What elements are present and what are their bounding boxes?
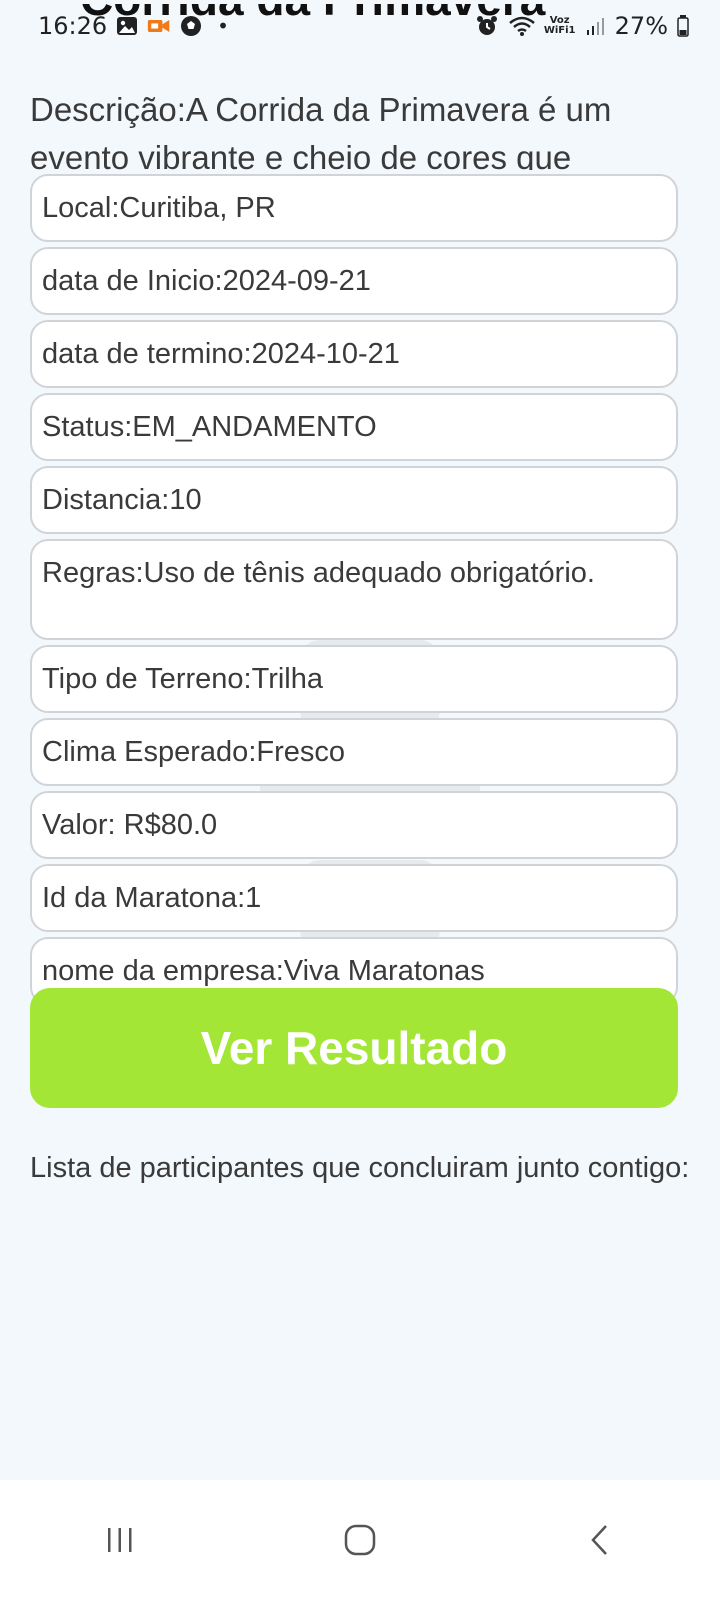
field-climate: Clima Esperado:Fresco — [30, 718, 678, 786]
home-icon[interactable] — [320, 1510, 400, 1570]
field-status: Status:EM_ANDAMENTO — [30, 393, 678, 461]
battery-icon — [676, 15, 690, 37]
view-result-button[interactable]: Ver Resultado — [30, 988, 678, 1108]
alarm-icon — [475, 15, 499, 37]
navigation-bar — [0, 1480, 720, 1600]
field-local: Local:Curitiba, PR — [30, 174, 678, 242]
recent-apps-icon[interactable] — [80, 1510, 160, 1570]
field-terrain: Tipo de Terreno:Trilha — [30, 645, 678, 713]
field-distance: Distancia:10 — [30, 466, 678, 534]
wifi-icon — [507, 15, 537, 37]
event-details-list: Local:Curitiba, PR data de Inicio:2024-0… — [30, 174, 678, 1010]
field-end-date: data de termino:2024-10-21 — [30, 320, 678, 388]
field-rules: Regras:Uso de tênis adequado obrigatório… — [30, 539, 678, 640]
field-start-date: data de Inicio:2024-09-21 — [30, 247, 678, 315]
signal-icon — [583, 15, 607, 37]
status-bar: 16:26 • Voz WiFi1 27% — [0, 0, 720, 52]
video-recorder-icon — [147, 15, 171, 37]
status-time: 16:26 — [38, 12, 108, 40]
participants-heading: Lista de participantes que concluiram ju… — [30, 1152, 690, 1184]
event-description: Descrição:A Corrida da Primavera é um ev… — [30, 91, 612, 170]
voz-wifi-icon: Voz WiFi1 — [543, 15, 576, 36]
notification-dot: • — [217, 14, 229, 38]
battery-percent: 27% — [614, 12, 668, 40]
back-icon[interactable] — [560, 1510, 640, 1570]
soccer-ball-icon — [179, 15, 203, 37]
field-marathon-id: Id da Maratona:1 — [30, 864, 678, 932]
field-price: Valor: R$80.0 — [30, 791, 678, 859]
image-icon — [115, 15, 139, 37]
